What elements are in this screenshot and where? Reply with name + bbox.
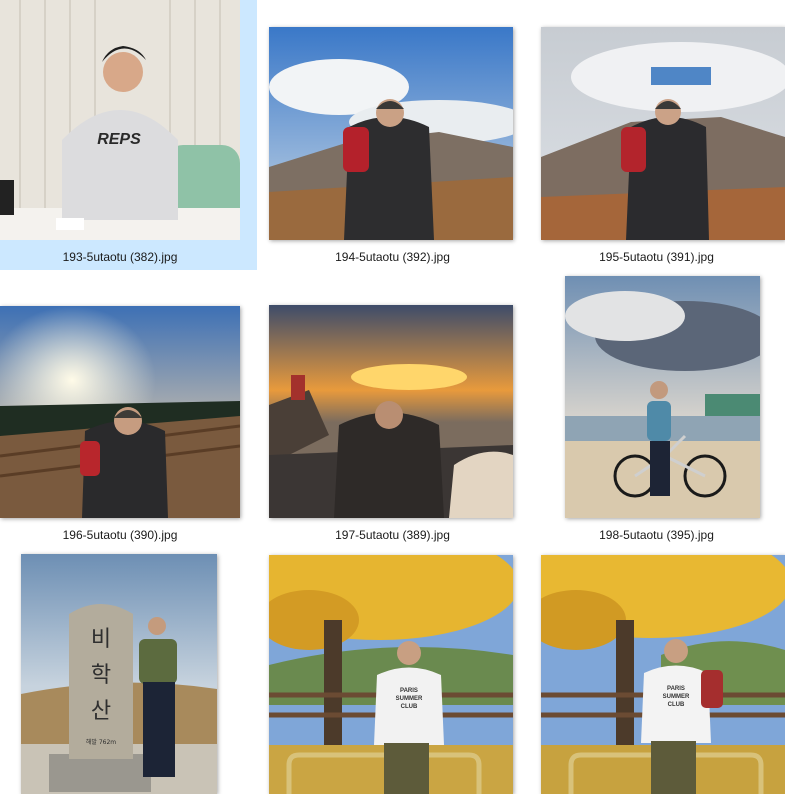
stone-text: 학 (91, 663, 111, 688)
thumbnail-image[interactable] (541, 27, 785, 240)
file-tile[interactable]: 198-5utaotu (395).jpg (528, 270, 785, 548)
shirt-text: SUMMER (663, 694, 690, 700)
file-name-label: 198-5utaotu (395).jpg (599, 528, 714, 542)
shirt-text: PARIS (400, 688, 418, 694)
file-tile[interactable]: REPS 193-5utaotu (382).jpg (0, 0, 257, 270)
shirt-text: CLUB (401, 704, 418, 710)
file-name-label: 193-5utaotu (382).jpg (62, 250, 178, 264)
thumbnail-image[interactable]: REPS (0, 0, 240, 240)
stone-text: 산 (91, 699, 111, 724)
thumbnail-image[interactable] (565, 276, 760, 518)
thumbnail-image[interactable] (269, 305, 513, 518)
thumbnail-image[interactable] (269, 27, 513, 240)
shirt-text: REPS (97, 131, 141, 148)
file-name-label: 197-5utaotu (389).jpg (335, 528, 450, 542)
thumbnail-image[interactable]: 비 학 산 해발 762m (21, 554, 217, 794)
file-explorer-thumbnail-grid: { "files": [ {"name": "193-5utaotu (382)… (0, 0, 785, 794)
stone-text: 비 (91, 627, 111, 652)
stone-text: 해발 762m (86, 738, 116, 746)
file-tile[interactable]: 197-5utaotu (389).jpg (257, 270, 528, 548)
thumbnail-image[interactable]: PARIS SUMMER CLUB (269, 555, 513, 794)
file-tile[interactable]: 195-5utaotu (391).jpg (528, 0, 785, 270)
file-name-label: 194-5utaotu (392).jpg (335, 250, 450, 264)
file-name-label: 195-5utaotu (391).jpg (599, 250, 714, 264)
file-tile[interactable]: PARIS SUMMER CLUB (257, 548, 528, 794)
shirt-text: PARIS (667, 686, 685, 692)
shirt-text: SUMMER (396, 696, 423, 702)
thumbnail-image[interactable] (0, 306, 240, 518)
file-name-label: 196-5utaotu (390).jpg (62, 528, 178, 542)
file-tile[interactable]: 194-5utaotu (392).jpg (257, 0, 528, 270)
file-tile[interactable]: PARIS SUMMER CLUB (528, 548, 785, 794)
shirt-text: CLUB (668, 702, 685, 708)
file-tile[interactable]: 비 학 산 해발 762m (0, 548, 257, 794)
thumbnail-image[interactable]: PARIS SUMMER CLUB (541, 555, 785, 794)
file-tile[interactable]: 196-5utaotu (390).jpg (0, 270, 257, 548)
